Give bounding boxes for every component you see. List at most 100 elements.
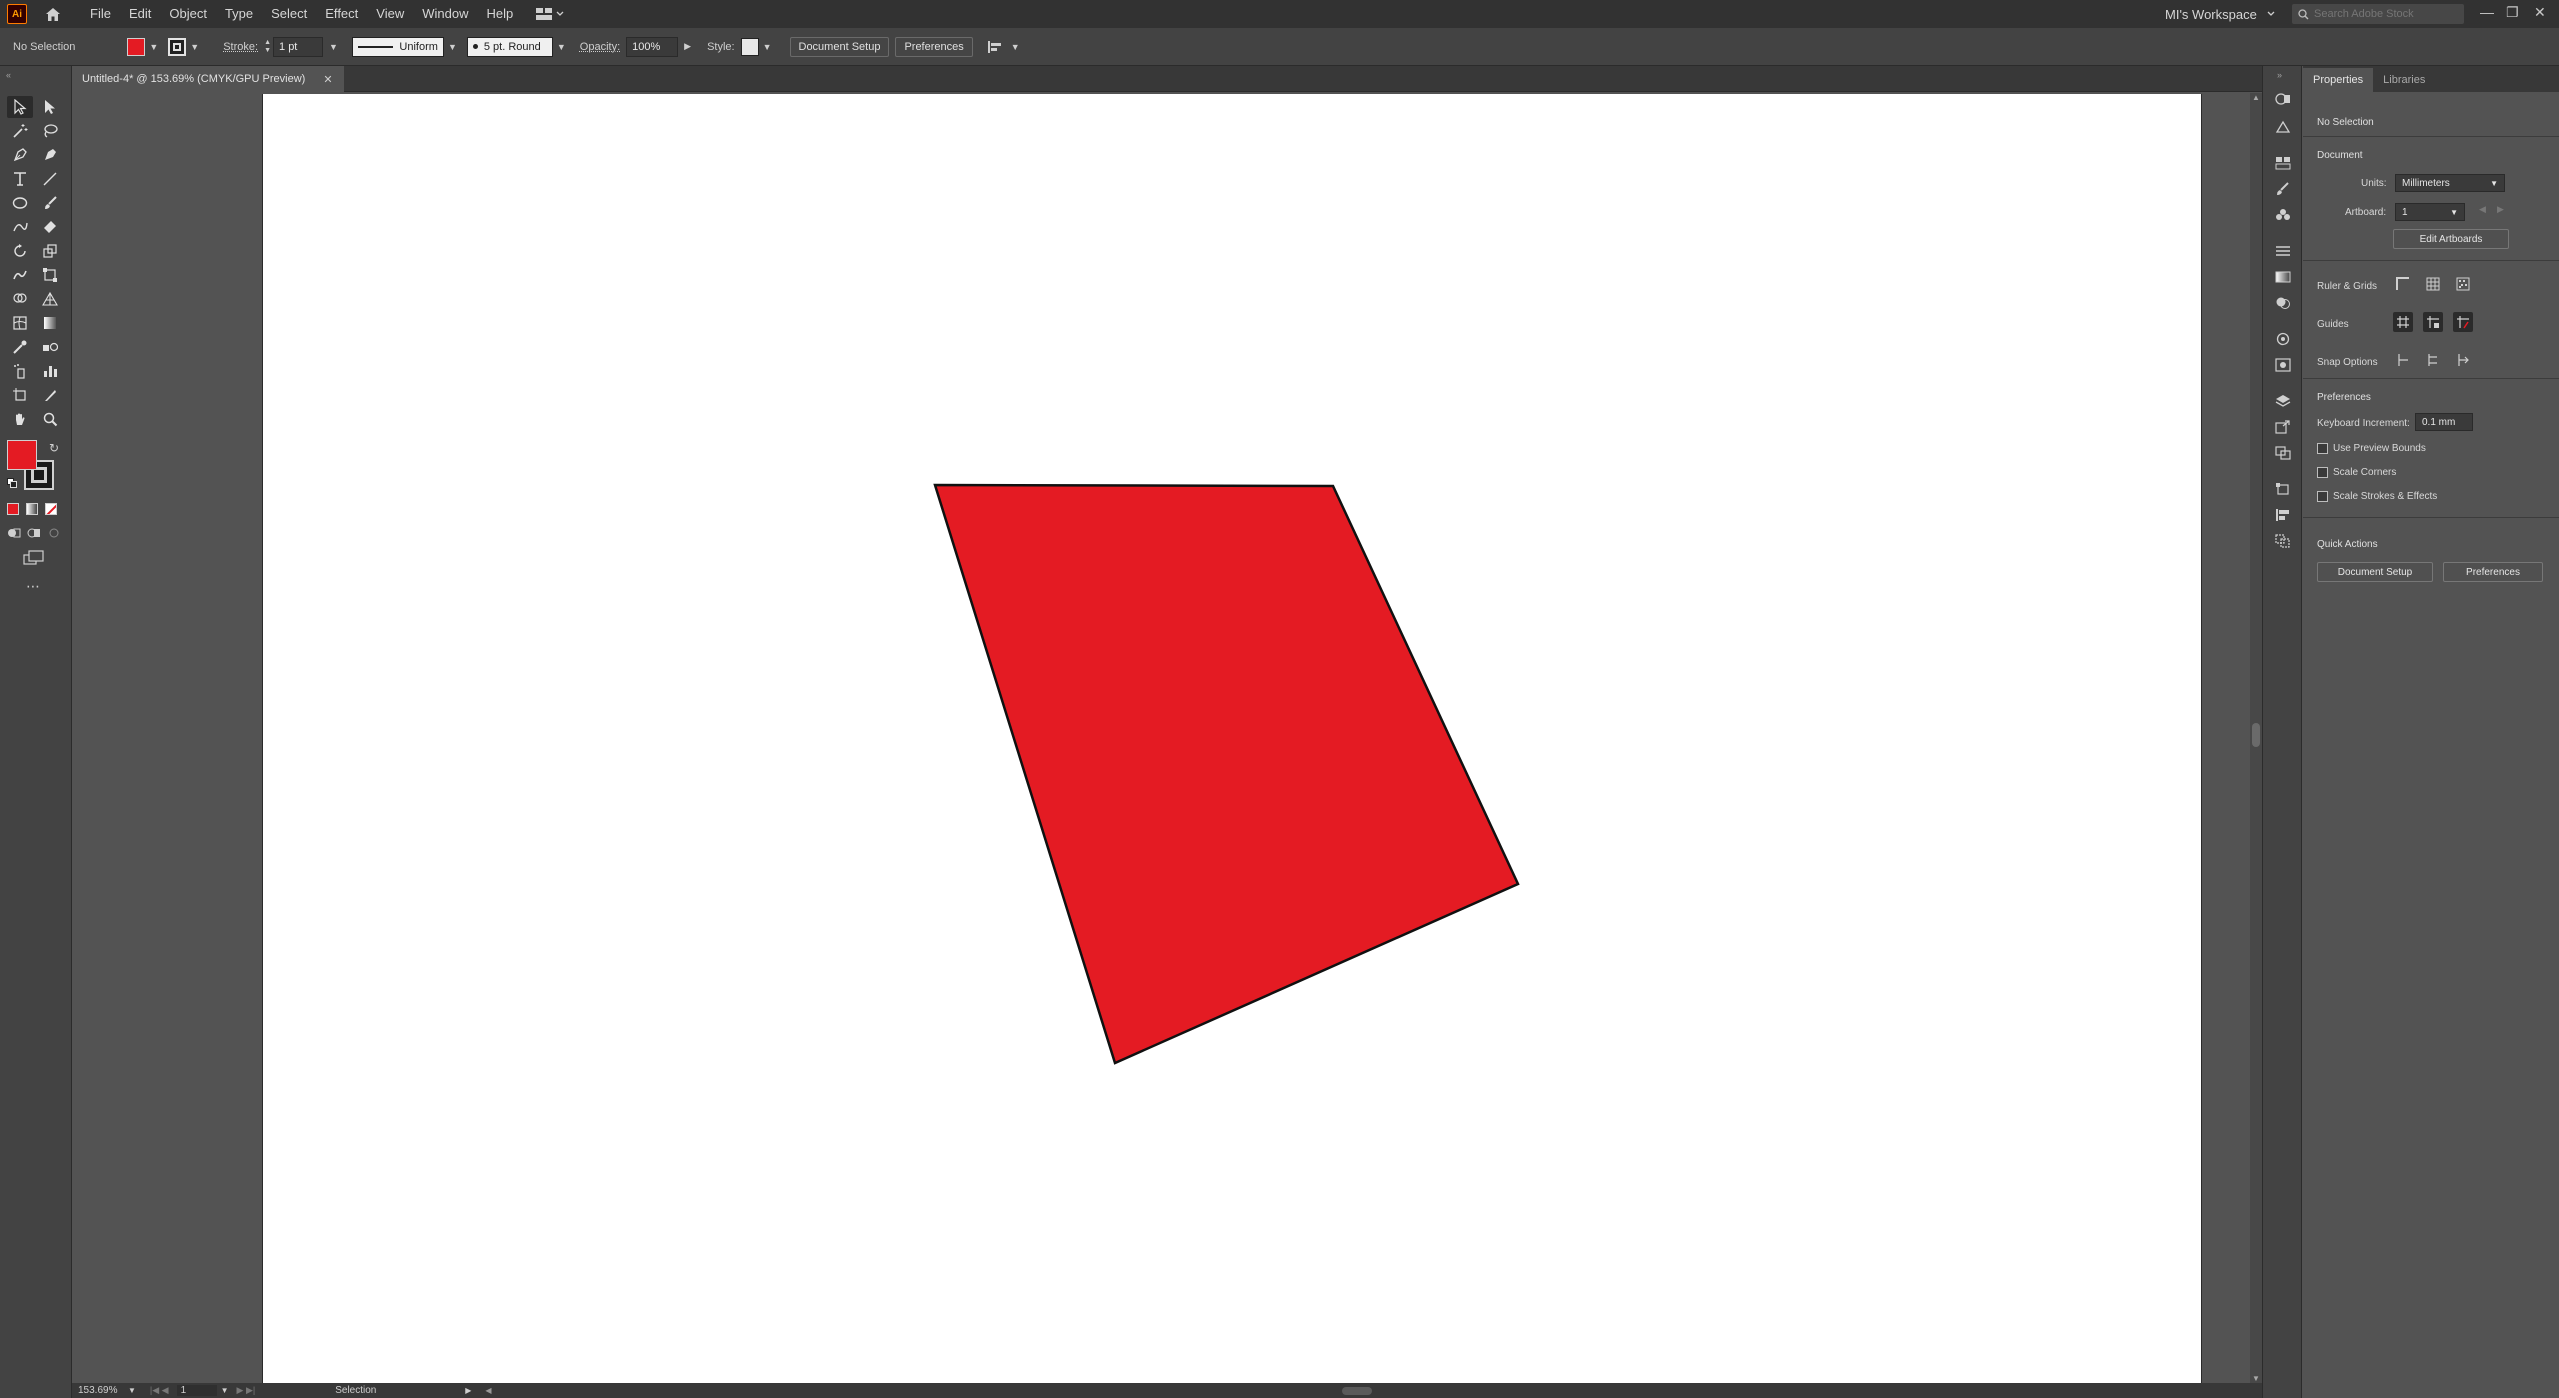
stock-search[interactable] (2292, 4, 2464, 24)
units-select[interactable]: Millimeters ▼ (2395, 174, 2505, 192)
tab-libraries[interactable]: Libraries (2373, 68, 2435, 92)
preferences-button[interactable]: Preferences (895, 36, 973, 57)
document-setup-button[interactable]: Document Setup (789, 36, 890, 57)
scale-tool[interactable] (37, 240, 63, 262)
close-window-button[interactable]: ✕ (2534, 4, 2546, 21)
collapse-panel-icon[interactable]: » (2277, 70, 2282, 80)
pen-tool[interactable] (7, 144, 33, 166)
chevron-right-icon[interactable]: ▶ (465, 1386, 471, 1395)
show-guides-icon[interactable] (2393, 312, 2413, 332)
transparency-panel-icon[interactable] (2273, 294, 2293, 312)
free-transform-tool[interactable] (37, 264, 63, 286)
scroll-down-icon[interactable]: ▼ (2252, 1374, 2260, 1383)
smart-guides-icon[interactable] (2453, 312, 2473, 332)
workspace-switcher[interactable]: MI's Workspace (2165, 0, 2275, 28)
use-preview-bounds-checkbox[interactable]: Use Preview Bounds (2317, 443, 2426, 454)
lasso-tool[interactable] (37, 120, 63, 142)
fill-swatch[interactable] (127, 37, 146, 56)
paintbrush-tool[interactable] (37, 192, 63, 214)
rotated-red-square[interactable] (933, 483, 1520, 1065)
zoom-tool[interactable] (37, 408, 63, 430)
close-tab-icon[interactable]: ✕ (323, 73, 332, 86)
gradient-tool[interactable] (37, 312, 63, 334)
swap-fill-stroke-icon[interactable]: ↻ (49, 441, 59, 455)
curvature-tool[interactable] (37, 144, 63, 166)
search-input[interactable] (2314, 8, 2454, 20)
lock-guides-icon[interactable] (2423, 312, 2443, 332)
color-panel-icon[interactable] (2273, 90, 2293, 108)
mesh-tool[interactable] (7, 312, 33, 334)
quick-preferences-button[interactable]: Preferences (2443, 562, 2543, 582)
artboard-nav-first-icon[interactable]: |◀ ◀ (150, 1385, 169, 1396)
artboard-select[interactable]: 1 ▼ (2395, 203, 2465, 221)
menu-window[interactable]: Window (413, 0, 477, 28)
brush-select[interactable]: 5 pt. Round (466, 36, 553, 57)
chevron-down-icon[interactable]: ▼ (329, 42, 338, 52)
menu-edit[interactable]: Edit (120, 0, 160, 28)
snap-to-point-icon[interactable] (2393, 350, 2413, 370)
stroke-stepper[interactable]: ▲ ▼ (264, 39, 271, 55)
horizontal-scroll-thumb[interactable] (1341, 1386, 1372, 1395)
screen-mode-icon[interactable] (23, 550, 45, 566)
stroke-label[interactable]: Stroke: (223, 41, 258, 53)
stroke-panel-icon[interactable] (2273, 242, 2293, 260)
draw-normal-icon[interactable] (7, 527, 21, 539)
scroll-thumb[interactable] (2252, 723, 2260, 747)
canvas-area[interactable] (72, 93, 2250, 1383)
opacity-label[interactable]: Opacity: (580, 41, 620, 53)
symbol-sprayer-tool[interactable] (7, 360, 33, 382)
swatches-panel-icon[interactable] (2273, 154, 2293, 172)
draw-inside-icon[interactable] (47, 527, 61, 539)
opacity-input[interactable]: 100% (626, 36, 679, 57)
selection-tool[interactable] (7, 96, 33, 118)
document-tab[interactable]: Untitled-4* @ 153.69% (CMYK/GPU Preview)… (72, 66, 344, 92)
arrange-documents-button[interactable] (536, 8, 564, 20)
artboards-panel-icon[interactable] (2273, 444, 2293, 462)
grid-icon[interactable] (2423, 274, 2443, 294)
artboard-number-input[interactable]: 1 (176, 1385, 217, 1396)
menu-select[interactable]: Select (262, 0, 316, 28)
menu-help[interactable]: Help (477, 0, 522, 28)
menu-object[interactable]: Object (160, 0, 216, 28)
collapse-panel-icon[interactable]: « (6, 70, 11, 80)
menu-view[interactable]: View (367, 0, 413, 28)
stroke-swatch[interactable] (168, 37, 187, 56)
rotate-tool[interactable] (7, 240, 33, 262)
tab-properties[interactable]: Properties (2303, 68, 2374, 92)
gradient-panel-icon[interactable] (2273, 268, 2293, 286)
artboard-nav-last-icon[interactable]: ▶ ▶| (237, 1385, 256, 1396)
checkbox-box[interactable] (2317, 467, 2328, 478)
transparency-grid-icon[interactable] (2453, 274, 2473, 294)
previous-artboard-icon[interactable]: ◀ (2479, 204, 2486, 215)
fill-color-box[interactable] (7, 440, 37, 470)
checkbox-box[interactable] (2317, 443, 2328, 454)
restore-button[interactable]: ❐ (2506, 4, 2519, 21)
scroll-up-icon[interactable]: ▲ (2252, 93, 2260, 102)
warp-tool[interactable] (7, 264, 33, 286)
color-guide-panel-icon[interactable] (2273, 118, 2293, 136)
blend-tool[interactable] (37, 336, 63, 358)
edit-toolbar-icon[interactable]: ⋯ (26, 578, 41, 595)
hand-tool[interactable] (7, 408, 33, 430)
edit-artboards-button[interactable]: Edit Artboards (2393, 229, 2509, 249)
keyboard-increment-input[interactable]: 0.1 mm (2415, 413, 2473, 431)
transform-panel-icon[interactable] (2273, 480, 2293, 498)
home-icon[interactable] (43, 4, 63, 24)
chevron-down-icon[interactable]: ▼ (557, 42, 566, 52)
magic-wand-tool[interactable] (7, 120, 33, 142)
draw-behind-icon[interactable] (27, 527, 41, 539)
chevron-down-icon[interactable]: ▼ (128, 1386, 136, 1395)
export-panel-icon[interactable] (2273, 418, 2293, 436)
gradient-mode-button[interactable] (26, 503, 38, 515)
slice-tool[interactable] (37, 384, 63, 406)
chevron-right-icon[interactable]: ▶ (684, 41, 691, 52)
shaper-tool[interactable] (7, 216, 33, 238)
vertical-scrollbar[interactable]: ▲ ▼ (2250, 93, 2262, 1383)
symbols-panel-icon[interactable] (2273, 206, 2293, 224)
brushes-panel-icon[interactable] (2273, 180, 2293, 198)
chevron-down-icon[interactable]: ▼ (448, 42, 457, 52)
minimize-button[interactable]: — (2480, 4, 2494, 20)
color-mode-button[interactable] (7, 503, 19, 515)
stroke-profile-select[interactable]: Uniform (351, 36, 444, 57)
ruler-icon[interactable] (2393, 274, 2413, 294)
